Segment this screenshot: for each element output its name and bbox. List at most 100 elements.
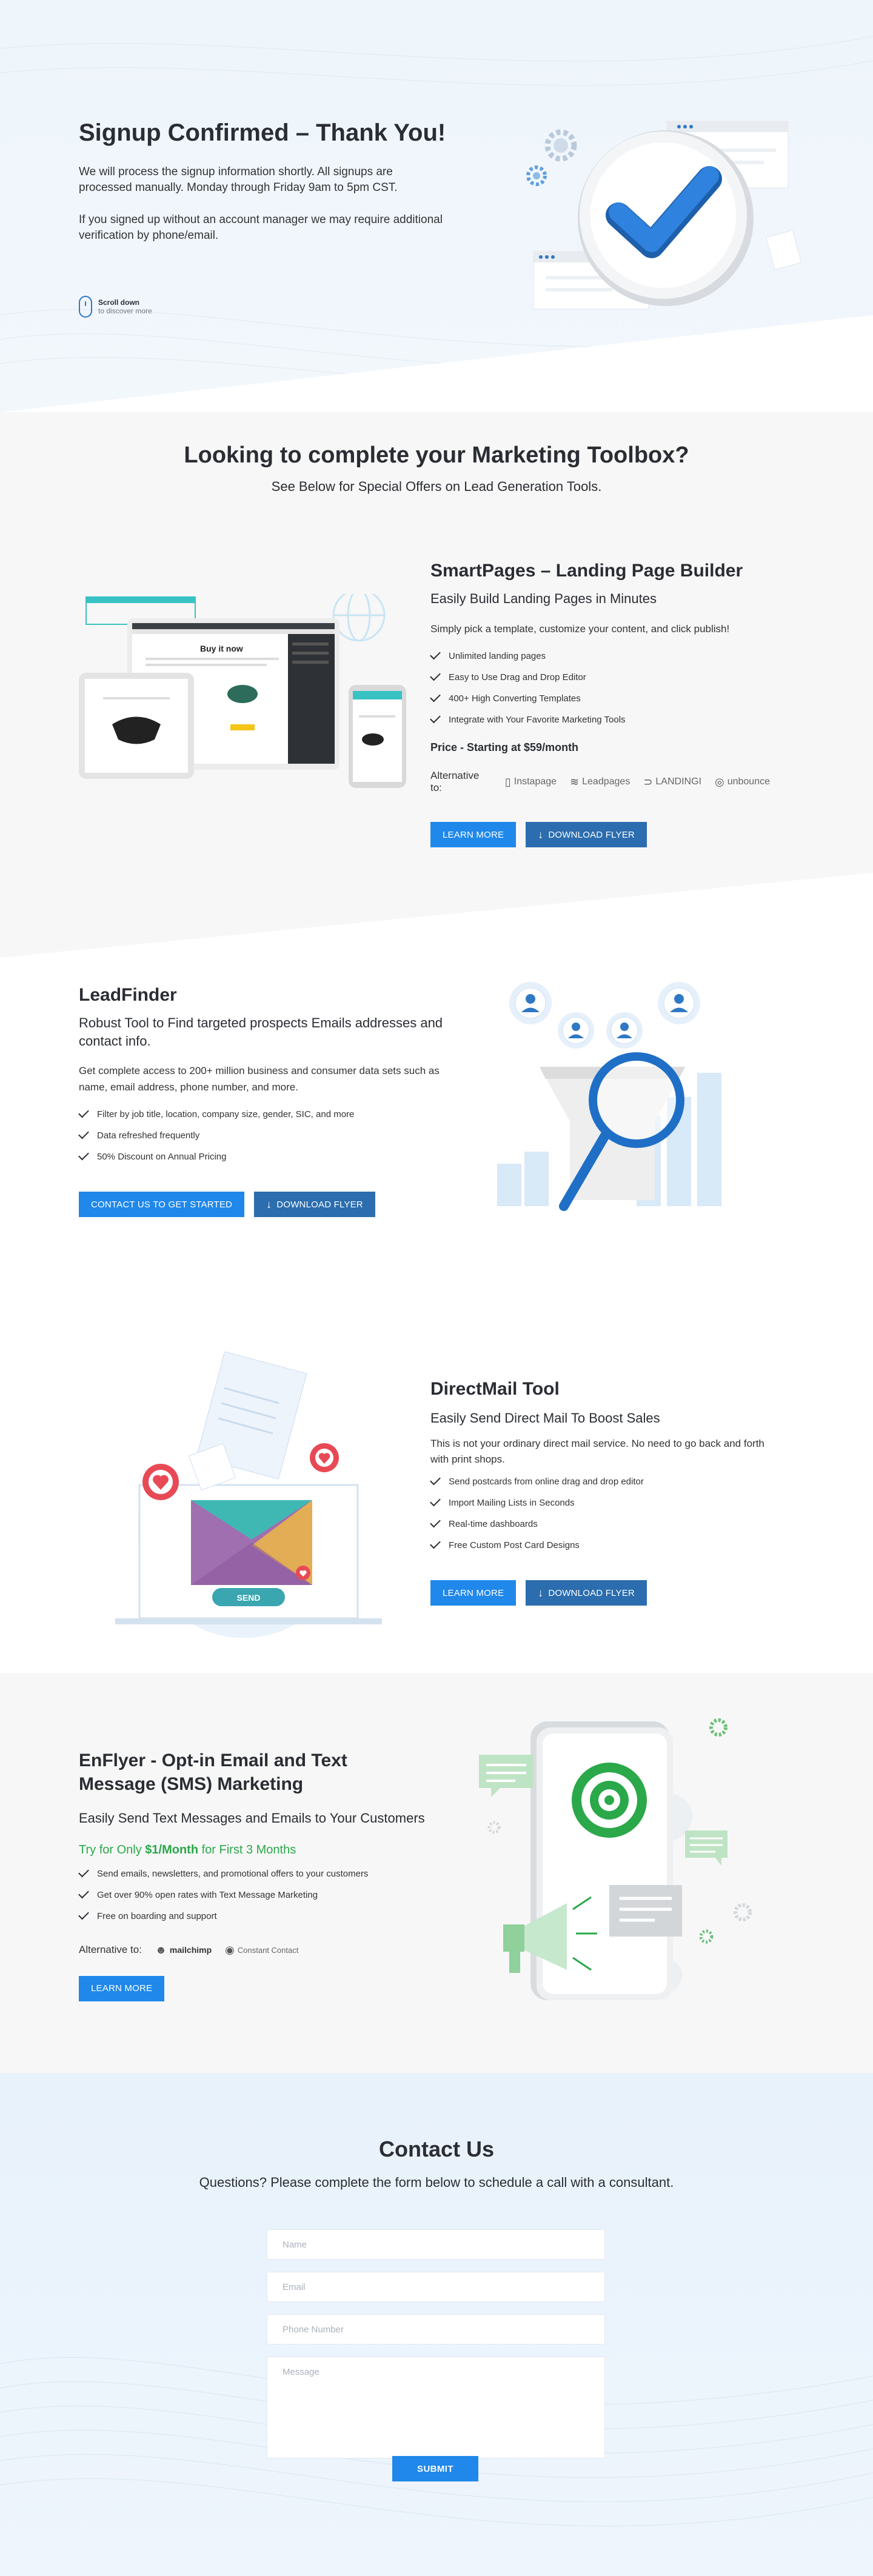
hero-copy: Signup Confirmed – Thank You! We will pr… — [79, 118, 491, 244]
mock-heading: Buy it now — [200, 644, 243, 653]
check-icon — [430, 1475, 441, 1486]
hero-section: Signup Confirmed – Thank You! We will pr… — [0, 0, 873, 412]
directmail-download-flyer-button[interactable]: ↓ DOWNLOAD FLYER — [526, 1580, 647, 1606]
check-icon — [430, 670, 441, 681]
phone-field[interactable] — [267, 2314, 605, 2344]
list-item: Free on boarding and support — [78, 1906, 455, 1927]
list-item: Real-time dashboards — [430, 1513, 770, 1535]
mouse-icon — [79, 296, 92, 318]
download-flyer-label: DOWNLOAD FLYER — [276, 1199, 363, 1210]
enflyer-alternatives: Alternative to: ☻ mailchimp ◉ Constant Con… — [79, 1944, 455, 1957]
contact-us-button[interactable]: CONTACT US TO GET STARTED — [79, 1192, 245, 1218]
smartpages-illustration: Buy it now — [79, 594, 406, 788]
check-icon — [78, 1149, 89, 1161]
name-field[interactable] — [267, 2229, 605, 2260]
list-item: Send postcards from online drag and drop… — [430, 1471, 770, 1492]
page: Signup Confirmed – Thank You! We will pr… — [0, 0, 873, 2576]
list-item: Easy to Use Drag and Drop Editor — [430, 667, 770, 688]
gear-icon — [487, 1821, 501, 1834]
list-item: Send emails, newsletters, and promotiona… — [78, 1863, 455, 1884]
gear-icon — [544, 129, 577, 162]
small-gear-icon — [526, 165, 547, 186]
enflyer-title: EnFlyer - Opt-in Email and Text Message … — [79, 1750, 347, 1794]
toolbox-title: Looking to complete your Marketing Toolb… — [184, 442, 689, 468]
smartpages-description: Simply pick a template, customize your c… — [430, 622, 730, 635]
feature-label: Easy to Use Drag and Drop Editor — [449, 672, 586, 683]
check-icon — [430, 1496, 441, 1507]
check-icon — [78, 1128, 89, 1140]
scroll-down-link[interactable]: Scroll down to discover more — [79, 296, 152, 318]
list-item: 400+ High Converting Templates — [430, 688, 770, 709]
constant-contact-logo: ◉ Constant Contact — [225, 1943, 299, 1956]
user-icon — [509, 982, 552, 1024]
arrow-down-icon: ↓ — [266, 1198, 272, 1210]
directmail-buttons: LEARN MORE ↓ DOWNLOAD FLYER — [430, 1580, 770, 1606]
feature-label: Send emails, newsletters, and promotiona… — [97, 1868, 369, 1879]
hero-paragraph-processing: We will process the signup information s… — [79, 165, 398, 194]
leadfinder-subtitle: Robust Tool to Find targeted prospects E… — [79, 1015, 443, 1049]
leadfinder-download-flyer-button[interactable]: ↓ DOWNLOAD FLYER — [254, 1192, 375, 1218]
enflyer-illustration — [479, 1718, 752, 2000]
smartpages-buttons: LEARN MORE ↓ DOWNLOAD FLYER — [430, 822, 770, 848]
directmail-learn-more-button[interactable]: LEARN MORE — [430, 1580, 517, 1606]
user-icon — [658, 982, 700, 1024]
feature-label: Send postcards from online drag and drop… — [449, 1477, 644, 1487]
feature-label: Data refreshed frequently — [97, 1130, 200, 1141]
enflyer-subtitle: Easily Send Text Messages and Emails to … — [79, 1810, 425, 1826]
smartpages-alternatives: Alternative to: ▯ Instapage ≋ Leadpages ⊃ L… — [430, 770, 770, 794]
directmail-subtitle: Easily Send Direct Mail To Boost Sales — [430, 1410, 660, 1426]
leadfinder-section: LeadFinder Robust Tool to Find targeted … — [0, 958, 873, 1333]
directmail-illustration: SEND — [115, 1352, 382, 1638]
list-item: Integrate with Your Favorite Marketing T… — [430, 709, 770, 730]
smartpages-learn-more-button[interactable]: LEARN MORE — [430, 822, 517, 848]
list-item: Free Custom Post Card Designs — [430, 1535, 770, 1556]
contact-title: Contact Us — [378, 2137, 495, 2161]
submit-button[interactable]: SUBMIT — [392, 2456, 478, 2481]
feature-label: Import Mailing Lists in Seconds — [449, 1498, 575, 1509]
enflyer-section: EnFlyer - Opt-in Email and Text Message … — [0, 1673, 873, 2073]
feature-label: 50% Discount on Annual Pricing — [97, 1152, 227, 1163]
enflyer-copy: EnFlyer - Opt-in Email and Text Message … — [78, 1749, 455, 2001]
check-icon — [430, 649, 441, 660]
feature-label: 400+ High Converting Templates — [449, 693, 581, 704]
download-flyer-label: DOWNLOAD FLYER — [548, 1587, 635, 1598]
confirmation-illustration — [526, 121, 802, 310]
unbounce-logo-text: unbounce — [727, 776, 770, 787]
scroll-down-label: Scroll down — [98, 298, 140, 307]
leadfinder-title: LeadFinder — [79, 985, 177, 1005]
arrow-down-icon: ↓ — [538, 828, 544, 841]
feature-label: Free Custom Post Card Designs — [449, 1540, 580, 1551]
smartpages-price: Price - Starting at $59/month — [430, 741, 579, 754]
check-icon — [430, 1517, 441, 1528]
message-field[interactable] — [267, 2357, 605, 2458]
directmail-description: This is not your ordinary direct mail se… — [430, 1437, 764, 1466]
directmail-section: SEND DirectMail Tool Easily Send Direct … — [0, 1291, 873, 1679]
smartpages-title: SmartPages – Landing Page Builder — [430, 561, 743, 581]
check-icon — [78, 1887, 89, 1899]
landingi-logo-text: LANDINGI — [655, 776, 701, 787]
list-item: Get over 90% open rates with Text Messag… — [78, 1884, 455, 1906]
smartpages-copy: SmartPages – Landing Page Builder Easily… — [430, 561, 770, 848]
instapage-logo-text: Instapage — [513, 776, 557, 787]
send-label: SEND — [237, 1593, 261, 1603]
smartpages-download-flyer-button[interactable]: ↓ DOWNLOAD FLYER — [526, 822, 647, 848]
leadpages-logo-text: Leadpages — [582, 776, 630, 787]
globe-icon — [332, 594, 386, 642]
heart-icon — [310, 1443, 339, 1472]
mailchimp-logo: ☻ mailchimp — [155, 1943, 212, 1956]
contact-form: SUBMIT — [267, 2229, 606, 2481]
check-icon — [78, 1866, 89, 1878]
leadpages-logo: ≋ Leadpages — [570, 775, 630, 788]
enflyer-buttons: LEARN MORE — [79, 1975, 455, 2001]
list-item: Filter by job title, location, company s… — [78, 1104, 455, 1125]
feature-label: Get over 90% open rates with Text Messag… — [97, 1889, 318, 1900]
email-field[interactable] — [267, 2272, 605, 2302]
target-icon — [572, 1763, 647, 1838]
toolbox-section: Looking to complete your Marketing Toolb… — [0, 412, 873, 958]
unbounce-logo: ◎ unbounce — [714, 775, 770, 788]
alternatives-label: Alternative to: — [430, 770, 480, 794]
contact-subtitle: Questions? Please complete the form belo… — [199, 2175, 674, 2190]
enflyer-learn-more-button[interactable]: LEARN MORE — [79, 1975, 165, 2001]
scroll-down-sublabel: to discover more — [98, 307, 152, 315]
feature-label: Free on boarding and support — [97, 1910, 217, 1921]
